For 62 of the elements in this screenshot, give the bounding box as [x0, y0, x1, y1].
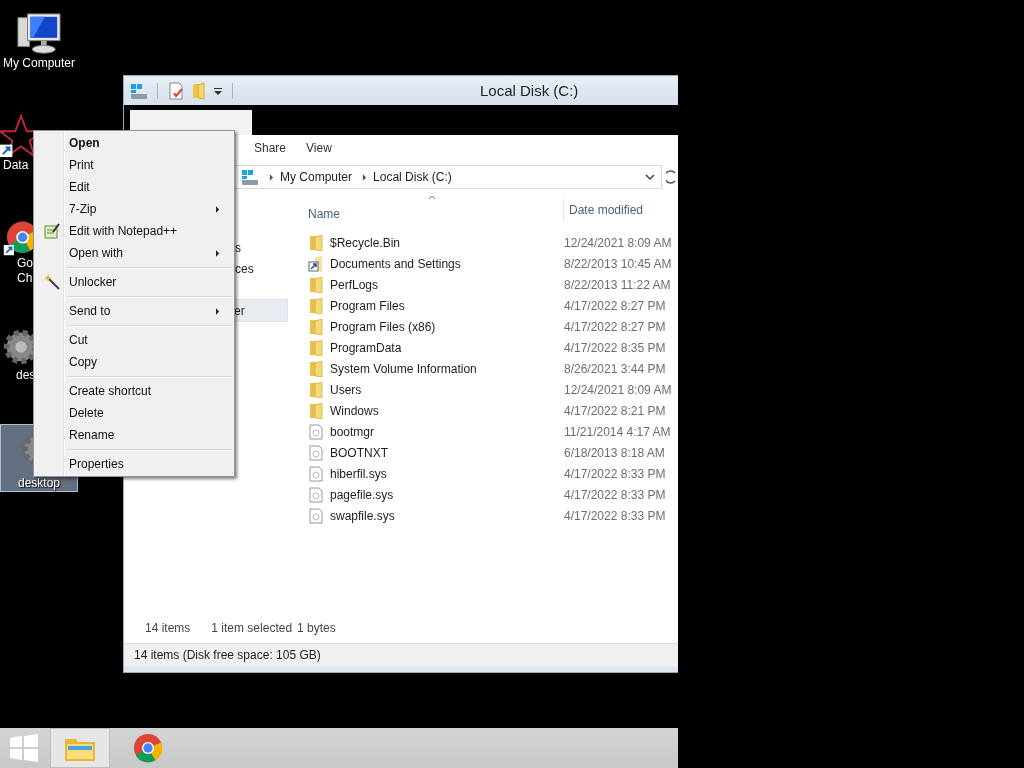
desktop-icon-label[interactable]: My Computer — [3, 56, 75, 71]
status-bar: 14 items (Disk free space: 105 GB) — [124, 643, 678, 666]
menu-item[interactable]: Cut — [67, 333, 88, 347]
menu-item[interactable]: Edit — [67, 180, 90, 194]
breadcrumb[interactable]: Local Disk (C:) — [373, 170, 452, 184]
file-name[interactable]: Windows — [330, 403, 564, 418]
date-modified: 4/17/2022 8:21 PM — [564, 403, 666, 418]
file-name[interactable]: swapfile.sys — [330, 508, 564, 523]
menu-item[interactable]: Copy — [67, 355, 97, 369]
file-name[interactable]: Program Files — [330, 298, 564, 313]
date-modified: 4/17/2022 8:33 PM — [564, 466, 666, 481]
breadcrumb[interactable]: My Computer — [280, 170, 353, 184]
date-modified: 11/21/2014 4:17 AM — [564, 424, 671, 439]
file-name[interactable]: Documents and Settings — [330, 256, 564, 271]
menu-item[interactable]: Send to — [67, 304, 111, 318]
file-name[interactable]: BOOTNXT — [330, 445, 564, 460]
status-text: 1 bytes — [297, 621, 336, 635]
menu-item[interactable]: Print — [67, 158, 94, 172]
file-name[interactable]: pagefile.sys — [330, 487, 564, 502]
date-modified: 4/17/2022 8:27 PM — [564, 298, 666, 313]
file-name[interactable]: ProgramData — [330, 340, 564, 355]
desktop-icon-label[interactable]: Go — [17, 256, 33, 271]
menu-item[interactable]: Edit with Notepad++ — [67, 224, 178, 238]
nav-item[interactable]: ces — [235, 261, 254, 276]
menu-item[interactable]: Delete — [67, 406, 104, 420]
date-modified: 4/17/2022 8:33 PM — [564, 508, 666, 523]
desktop-icon-label[interactable]: Ch — [17, 271, 33, 286]
file-name[interactable]: System Volume Information — [330, 361, 564, 376]
menu-item[interactable]: Properties — [67, 457, 124, 471]
column-header[interactable]: Name — [296, 207, 563, 221]
file-name[interactable]: PerfLogs — [330, 277, 564, 292]
window-title: Local Disk (C:) — [480, 82, 579, 99]
menu-item[interactable]: Rename — [67, 428, 115, 442]
menu-item[interactable]: Open — [67, 136, 100, 150]
date-modified: 8/26/2021 3:44 PM — [564, 361, 666, 376]
date-modified: 4/17/2022 8:33 PM — [564, 487, 666, 502]
status-text: 1 item selected — [211, 621, 293, 635]
date-modified: 6/18/2013 8:18 AM — [564, 445, 665, 460]
column-header[interactable]: Date modified — [563, 199, 644, 221]
nav-item[interactable]: er — [234, 303, 245, 318]
desktop-icon-label[interactable]: desktop — [18, 476, 60, 491]
date-modified: 8/22/2013 11:22 AM — [564, 277, 671, 292]
file-name[interactable]: hiberfil.sys — [330, 466, 564, 481]
menu-item[interactable]: 7-Zip — [67, 202, 97, 216]
date-modified: 12/24/2021 8:09 AM — [564, 382, 672, 397]
ribbon-tab[interactable]: View — [302, 139, 336, 157]
desktop-icon-label[interactable]: Data — [3, 158, 29, 173]
ribbon-tab[interactable]: Share — [250, 139, 291, 157]
file-name[interactable]: bootmgr — [330, 424, 564, 439]
menu-item[interactable]: Create shortcut — [67, 384, 152, 398]
menu-item[interactable]: Open with — [67, 246, 124, 260]
address-bar[interactable]: My Computer Local Disk (C:) — [234, 165, 662, 189]
menu-item[interactable]: Unlocker — [67, 275, 117, 289]
date-modified: 4/17/2022 8:27 PM — [564, 319, 666, 334]
status-text: 14 items — [145, 621, 191, 635]
file-name[interactable]: Users — [330, 382, 564, 397]
date-modified: 12/24/2021 8:09 AM — [564, 235, 672, 250]
file-name[interactable]: $Recycle.Bin — [330, 235, 564, 250]
nav-item[interactable]: s — [235, 240, 241, 255]
date-modified: 4/17/2022 8:35 PM — [564, 340, 666, 355]
date-modified: 8/22/2013 10:45 AM — [564, 256, 672, 271]
file-name[interactable]: Program Files (x86) — [330, 319, 564, 334]
